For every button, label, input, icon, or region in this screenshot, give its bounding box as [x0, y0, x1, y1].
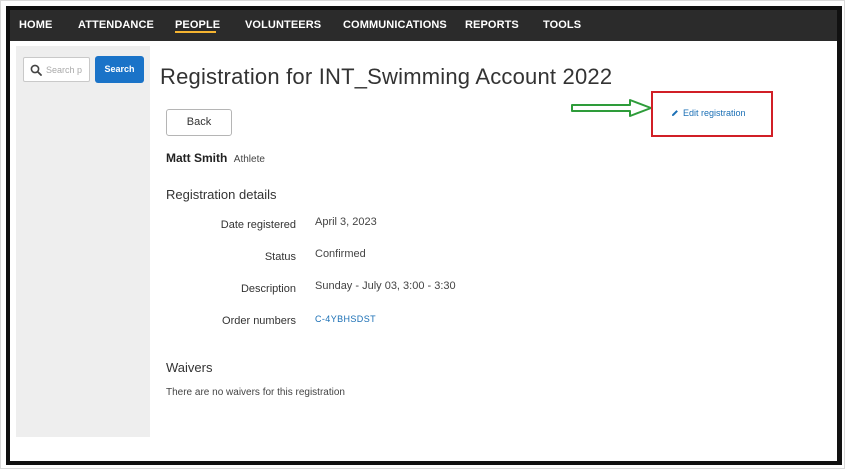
waivers-empty-text: There are no waivers for this registrati…	[166, 387, 345, 398]
status-label: Status	[264, 251, 296, 263]
person-role: Athlete	[233, 154, 265, 165]
sidebar: Search	[16, 46, 150, 437]
nav-attendance[interactable]: ATTENDANCE	[78, 19, 154, 31]
nav-reports[interactable]: REPORTS	[465, 19, 519, 31]
description-label: Description	[240, 283, 296, 295]
person-name[interactable]: Matt Smith	[166, 151, 227, 165]
edit-registration-link[interactable]: Edit registration	[671, 108, 746, 118]
description-value: Sunday - July 03, 3:00 - 3:30	[315, 280, 456, 292]
date-registered-value: April 3, 2023	[315, 216, 377, 228]
search-input[interactable]	[46, 63, 88, 77]
waivers-heading: Waivers	[166, 360, 213, 375]
nav-volunteers[interactable]: VOLUNTEERS	[245, 19, 321, 31]
search-button[interactable]: Search	[95, 56, 144, 83]
pencil-icon	[672, 110, 678, 116]
top-nav: HOME ATTENDANCE PEOPLE VOLUNTEERS COMMUN…	[10, 10, 837, 41]
nav-people[interactable]: PEOPLE	[175, 19, 220, 31]
app-window: HOME ATTENDANCE PEOPLE VOLUNTEERS COMMUN…	[6, 6, 842, 465]
green-arrow-annotation	[571, 99, 652, 117]
order-numbers-label: Order numbers	[222, 315, 296, 327]
search-box[interactable]	[23, 57, 90, 82]
date-registered-label: Date registered	[220, 219, 296, 231]
nav-communications[interactable]: COMMUNICATIONS	[343, 19, 447, 31]
order-number-link[interactable]: C-4YBHSDST	[315, 314, 376, 324]
search-icon	[30, 64, 42, 76]
status-value: Confirmed	[315, 248, 366, 260]
page-title: Registration for INT_Swimming Account 20…	[160, 64, 613, 89]
registration-details-heading: Registration details	[166, 187, 277, 202]
edit-registration-label: Edit registration	[683, 108, 746, 118]
nav-active-indicator	[175, 31, 216, 33]
person-info: Matt Smith Athlete	[166, 149, 265, 167]
screenshot-frame: HOME ATTENDANCE PEOPLE VOLUNTEERS COMMUN…	[0, 0, 845, 469]
nav-home[interactable]: HOME	[19, 19, 52, 31]
nav-tools[interactable]: TOOLS	[543, 19, 581, 31]
back-button[interactable]: Back	[166, 109, 232, 136]
